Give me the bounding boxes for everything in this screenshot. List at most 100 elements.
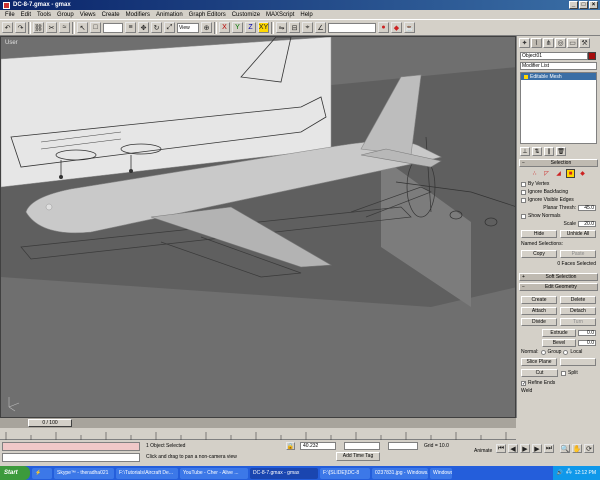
split-checkbox[interactable]	[561, 370, 566, 376]
menu-group[interactable]: Group	[54, 12, 77, 18]
select-link-icon[interactable]: ⛓	[33, 22, 44, 33]
normal-group-radio[interactable]	[540, 349, 546, 355]
show-end-result-icon[interactable]: ⇅	[532, 147, 542, 156]
pan-icon[interactable]: ✋	[572, 444, 582, 453]
by-vertex-row[interactable]: By Vertex	[521, 181, 596, 187]
axis-xy-icon[interactable]: XY	[258, 22, 269, 33]
redo-icon[interactable]: ↷	[15, 22, 26, 33]
y-coordinate-field[interactable]	[344, 442, 380, 450]
menu-edit[interactable]: Edit	[18, 12, 34, 18]
modify-tab-icon[interactable]: ⌇	[531, 38, 542, 48]
modifier-list-dropdown[interactable]: Modifier List	[520, 62, 597, 70]
reference-coordinate-dropdown[interactable]: View	[177, 22, 199, 33]
extrude-spinner[interactable]: 0.0	[578, 330, 596, 336]
render-icon[interactable]: ◆	[391, 22, 402, 33]
lock-selection-icon[interactable]: 🔒	[286, 442, 295, 450]
normal-local-radio[interactable]	[563, 349, 569, 355]
refine-ends-row[interactable]: ✓ Refine Ends	[521, 380, 596, 386]
face-level-icon[interactable]: ◢	[554, 169, 563, 178]
minimize-button[interactable]: _	[569, 1, 578, 9]
slice-plane-button[interactable]: Slice Plane	[521, 358, 557, 366]
bevel-spinner[interactable]: 0.0	[578, 340, 596, 346]
mirror-icon[interactable]: ⇋	[276, 22, 287, 33]
taskbar-item-windows[interactable]: Windows...	[430, 467, 452, 479]
align-icon[interactable]: ⊟	[289, 22, 300, 33]
stack-item-editable-mesh[interactable]: Editable Mesh	[521, 73, 596, 80]
snap-icon[interactable]: ⌖	[302, 22, 313, 33]
menu-views[interactable]: Views	[77, 12, 99, 18]
zoom-icon[interactable]: 🔍	[560, 444, 570, 453]
goto-start-icon[interactable]: ⏮	[496, 444, 506, 453]
quick-launch[interactable]: ⚡	[32, 467, 52, 479]
menu-file[interactable]: File	[2, 12, 18, 18]
start-button[interactable]: Start	[0, 466, 30, 480]
selection-filter-dropdown[interactable]	[103, 22, 123, 33]
hide-button[interactable]: Hide	[521, 230, 557, 238]
divide-button[interactable]: Divide	[521, 318, 557, 326]
polygon-level-icon[interactable]: ■	[566, 169, 575, 178]
bind-icon[interactable]: ≈	[59, 22, 70, 33]
taskbar-item-image-viewer[interactable]: 0237831.jpg - Windows...	[372, 467, 428, 479]
named-selection-dropdown[interactable]	[328, 22, 376, 33]
selection-rollout-header[interactable]: − Selection	[519, 159, 598, 167]
select-object-icon[interactable]: ↖	[77, 22, 88, 33]
axis-y-icon[interactable]: Y	[232, 22, 243, 33]
turn-button[interactable]: Turn	[560, 318, 596, 326]
taskbar-item-youtube[interactable]: YouTube - Cher - Alive ...	[180, 467, 248, 479]
add-time-tag-button[interactable]: Add Time Tag	[336, 452, 380, 461]
z-coordinate-field[interactable]	[388, 442, 418, 450]
scale-icon[interactable]: ⤢	[164, 22, 175, 33]
object-name-field[interactable]: Object01	[520, 52, 596, 60]
x-coordinate-field[interactable]: 40.232	[300, 442, 336, 450]
undo-icon[interactable]: ↶	[2, 22, 13, 33]
show-normals-checkbox[interactable]	[521, 213, 526, 219]
app-icon[interactable]	[3, 1, 10, 9]
volume-icon[interactable]: 🔊	[557, 470, 563, 476]
utilities-tab-icon[interactable]: ⚒	[579, 38, 590, 48]
maximize-button[interactable]: □	[579, 1, 588, 9]
quick-render-icon[interactable]: ☕	[404, 22, 415, 33]
menu-help[interactable]: Help	[297, 12, 315, 18]
time-slider-thumb[interactable]: 0 / 100	[28, 419, 72, 427]
close-button[interactable]: ×	[589, 1, 598, 9]
menu-tools[interactable]: Tools	[34, 12, 54, 18]
pivot-icon[interactable]: ⊕	[201, 22, 212, 33]
planar-thresh-spinner[interactable]: 45.0	[578, 205, 596, 211]
motion-tab-icon[interactable]: ◎	[555, 38, 566, 48]
menu-animation[interactable]: Animation	[153, 12, 186, 18]
create-button[interactable]: Create	[521, 296, 557, 304]
menu-graph-editors[interactable]: Graph Editors	[186, 12, 229, 18]
pin-stack-icon[interactable]: ⊥	[520, 147, 530, 156]
ignore-visible-edges-row[interactable]: Ignore Visible Edges	[521, 197, 596, 203]
menu-modifiers[interactable]: Modifiers	[123, 12, 153, 18]
taskbar-item-tutorials[interactable]: F:\Tutorials\Aircraft De...	[116, 467, 178, 479]
remove-modifier-icon[interactable]: 🗑	[556, 147, 566, 156]
bevel-button[interactable]: Bevel	[542, 339, 576, 347]
show-normals-row[interactable]: Show Normals	[521, 213, 596, 219]
move-icon[interactable]: ✥	[138, 22, 149, 33]
create-tab-icon[interactable]: ✦	[519, 38, 530, 48]
material-editor-icon[interactable]: ●	[378, 22, 389, 33]
taskbar-item-gmax[interactable]: DC-8-7.gmax - gmax	[250, 467, 318, 479]
menu-maxscript[interactable]: MAXScript	[263, 12, 297, 18]
detach-button[interactable]: Detach	[560, 307, 596, 315]
axis-x-icon[interactable]: X	[219, 22, 230, 33]
angle-snap-icon[interactable]: ∠	[315, 22, 326, 33]
slice-button[interactable]	[560, 358, 596, 366]
network-icon[interactable]: 🖧	[566, 469, 572, 477]
viewport-label[interactable]: User	[5, 40, 18, 46]
by-vertex-checkbox[interactable]	[521, 181, 526, 187]
goto-end-icon[interactable]: ⏭	[544, 444, 554, 453]
scale-spinner[interactable]: 20.0	[578, 221, 596, 227]
next-frame-icon[interactable]: ▶	[532, 444, 542, 453]
prev-frame-icon[interactable]: ◀	[508, 444, 518, 453]
maxscript-listener-mini[interactable]	[2, 442, 140, 451]
unhide-all-button[interactable]: Unhide All	[560, 230, 596, 238]
soft-selection-rollout-header[interactable]: + Soft Selection	[519, 273, 598, 281]
select-by-name-icon[interactable]: ≡	[125, 22, 136, 33]
menu-customize[interactable]: Customize	[229, 12, 263, 18]
object-color-swatch[interactable]	[588, 52, 596, 60]
hierarchy-tab-icon[interactable]: ⋔	[543, 38, 554, 48]
taskbar-item-slide-folder[interactable]: F:\[SLIDE]\DC-8	[320, 467, 370, 479]
rotate-icon[interactable]: ↻	[151, 22, 162, 33]
